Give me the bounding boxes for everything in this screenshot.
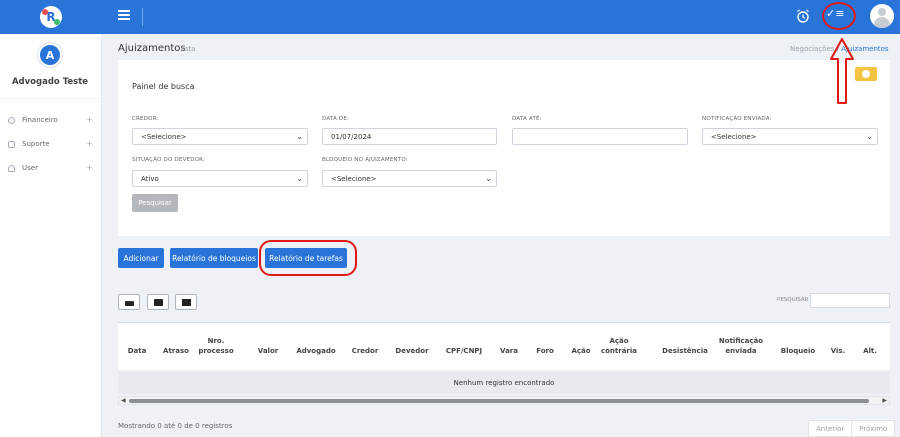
column-header[interactable]: Ação [564,346,598,356]
print-icon [125,301,134,306]
notificacao-value: <Selecione> [711,133,757,141]
panel-title: Painel de busca [132,82,195,91]
prev-page-button[interactable]: Anterior [809,421,851,436]
data-de-label: DATA DE: [322,116,350,122]
search-button[interactable]: Pesquisar [132,194,178,212]
expand-icon: + [86,139,93,148]
alarm-icon[interactable] [795,8,811,24]
sidebar-item-suporte[interactable]: Suporte + [0,139,100,151]
sidebar-profile: A Advogado Teste [0,34,101,99]
column-header[interactable]: Nro. processo [196,336,236,356]
sidebar-item-financeiro[interactable]: Financeiro + [0,115,100,127]
table-search-label: PESQUISAR [777,297,809,303]
column-header[interactable]: Devedor [390,346,434,356]
sidebar: A Advogado Teste Financeiro + Suporte + … [0,34,102,437]
archive-icon [154,299,163,306]
logo-letter: R [46,10,56,24]
add-button[interactable]: Adicionar [118,248,164,268]
image-export-icon [182,299,191,306]
column-header[interactable]: Vara [494,346,524,356]
column-header[interactable]: Alt. [856,346,884,356]
search-panel: Painel de busca CREDOR: <Selecione> ⌄ DA… [118,60,890,236]
credor-label: CREDOR: [132,116,159,122]
user-icon [8,165,15,172]
annotation-arrow-icon [830,38,854,104]
notificacao-select[interactable]: <Selecione> ⌄ [702,128,878,145]
table-header: Data Atraso Nro. processo Valor Advogado … [118,322,890,370]
help-button[interactable] [855,67,877,81]
column-header[interactable]: Foro [528,346,562,356]
menu-icon[interactable] [118,10,130,22]
sidebar-item-label: Financeiro [22,116,58,124]
column-header[interactable]: Bloqueio [776,346,820,356]
table-info: Mostrando 0 até 0 de 0 registros [118,422,233,430]
avatar[interactable]: A [38,43,62,67]
column-header[interactable]: Desistência [656,346,714,356]
credor-value: <Selecione> [141,133,187,141]
column-header[interactable]: Data [118,346,156,356]
sidebar-item-label: User [22,164,38,172]
bloqueio-select[interactable]: <Selecione> ⌄ [322,170,497,187]
chevron-down-icon: ⌄ [296,132,303,141]
annotation-circle-tasks-report [259,240,357,276]
column-header[interactable]: Advogado [290,346,342,356]
sidebar-item-user[interactable]: User + [0,163,100,175]
data-ate-input[interactable] [512,128,688,145]
column-header[interactable]: Ação contrária [596,336,642,356]
money-icon [8,117,15,124]
page-title: Ajuizamentos [118,43,186,54]
data-ate-label: DATA ATÉ: [512,116,542,122]
archive-button[interactable] [147,294,169,310]
empty-table-message: Nenhum registro encontrado [118,372,890,394]
situacao-select[interactable]: Ativo ⌄ [132,170,308,187]
column-header[interactable]: Vis. [824,346,852,356]
print-button[interactable] [118,294,140,310]
topbar-divider [142,8,143,26]
chevron-down-icon: ⌄ [485,174,492,183]
notificacao-label: NOTIFICAÇÃO ENVIADA: [702,116,772,122]
credor-select[interactable]: <Selecione> ⌄ [132,128,308,145]
scroll-right-icon[interactable]: ▶ [882,397,887,404]
column-header[interactable]: CPF/CNPJ [436,346,492,356]
chat-icon [8,141,15,148]
situacao-label: SITUAÇÃO DO DEVEDOR: [132,157,206,163]
breadcrumb-item-negociacoes[interactable]: Negociações [790,45,834,53]
user-name: Advogado Teste [11,77,89,87]
column-header[interactable]: Atraso [156,346,196,356]
data-de-value: 01/07/2024 [331,133,372,141]
column-header[interactable]: Notificação enviada [714,336,768,356]
annotation-circle-tasks [822,2,856,30]
app-logo[interactable]: R [40,6,62,28]
blocks-report-button[interactable]: Relatório de bloqueios [170,248,258,268]
page-subtitle: lista [181,45,196,53]
image-export-button[interactable] [175,294,197,310]
chevron-down-icon: ⌄ [866,132,873,141]
bloqueio-label: BLOQUEIO NO AJUIZAMENTO: [322,157,408,163]
next-page-button[interactable]: Próximo [851,421,894,436]
bloqueio-value: <Selecione> [331,175,377,183]
column-header[interactable]: Valor [248,346,288,356]
top-bar: R ✓≡ ▾ [0,0,900,34]
chevron-down-icon[interactable]: ▾ [889,11,893,20]
column-header[interactable]: Credor [344,346,386,356]
sidebar-item-label: Suporte [22,140,50,148]
chevron-down-icon: ⌄ [296,174,303,183]
expand-icon: + [86,163,93,172]
data-de-input[interactable]: 01/07/2024 [322,128,497,145]
table-search-input[interactable] [810,293,890,308]
horizontal-scrollbar[interactable]: ◀ ▶ [118,396,890,405]
pagination: Anterior Próximo [808,420,896,437]
expand-icon: + [86,115,93,124]
situacao-value: Ativo [141,175,159,183]
scroll-left-icon[interactable]: ◀ [121,397,126,404]
scrollbar-thumb[interactable] [129,399,869,403]
